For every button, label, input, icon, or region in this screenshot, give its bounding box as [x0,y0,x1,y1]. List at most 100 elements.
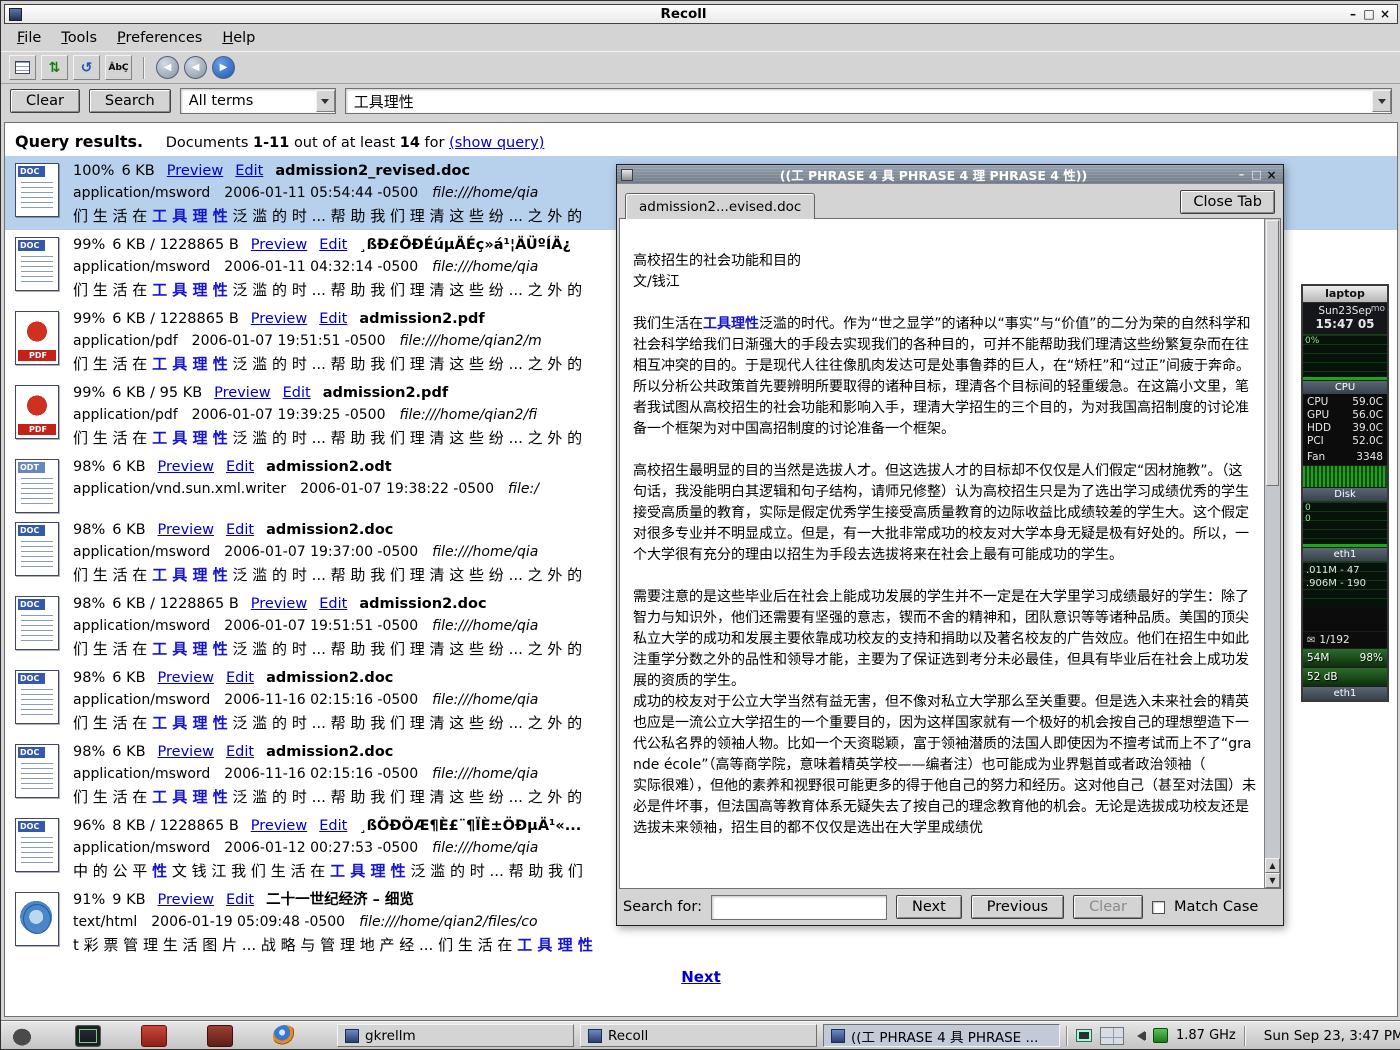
scrollbar[interactable]: ▲ ▼ [1264,219,1280,888]
snippet-text: 中 的 公 平 [73,862,152,880]
mime-type: application/msword [73,185,210,201]
edit-link[interactable]: Edit [319,596,347,612]
relevance-percent: 98% [73,459,105,475]
next-page-button[interactable]: ▶ [212,56,235,79]
preview-link[interactable]: Preview [214,385,270,401]
preview-link[interactable]: Preview [158,459,214,475]
preview-link[interactable]: Preview [167,163,223,179]
cpufreq-label: 1.87 GHz [1176,1028,1236,1043]
search-toolbar: Clear Search All terms [1,84,1400,118]
monitor-icon[interactable] [75,1025,101,1047]
chevron-down-icon[interactable] [1372,90,1391,112]
browser-icon[interactable] [273,1025,297,1047]
find-next-button[interactable]: Next [896,895,962,919]
task-button[interactable]: ((工 PHRASE 4 具 PHRASE ... [823,1024,1060,1047]
task-label: gkrellm [365,1028,416,1044]
memory-percent: 98% [1360,652,1383,664]
doc-history-button[interactable]: ↺ [73,55,100,80]
sensor-value: 52.0C [1352,435,1383,448]
search-button[interactable]: Search [89,89,171,113]
network-monitor-icon[interactable] [1076,1029,1092,1042]
preview-link[interactable]: Preview [158,522,214,538]
edit-link[interactable]: Edit [319,237,347,253]
disk-section-label[interactable]: Disk [1303,487,1387,501]
file-size: 6 KB / 95 KB [112,385,202,401]
task-button[interactable]: gkrellm [337,1024,574,1047]
edit-link[interactable]: Edit [226,744,254,760]
window-titlebar[interactable]: Recoll – □ × [4,4,1398,24]
sound-meter[interactable]: 52 dB [1303,667,1387,686]
mail-monitor[interactable]: ✉ 1/192 [1303,631,1387,648]
net-section-label[interactable]: eth1 [1303,547,1387,561]
previous-page-button[interactable]: ◀ [184,56,207,79]
volume-icon[interactable] [1132,1031,1145,1041]
taskbar-clock[interactable]: Sun Sep 23, 3:47 PM [1254,1028,1400,1044]
preview-titlebar[interactable]: ((工 PHRASE 4 具 PHRASE 4 理 PHRASE 4 性)) –… [617,165,1283,184]
toolbar: ⇅ ↺ ÂbÇ ◀ ◀ ▶ [1,51,1400,84]
maximize-icon[interactable]: □ [1361,7,1377,21]
term-explorer-button[interactable]: ÂbÇ [105,55,132,80]
preview-link[interactable]: Preview [251,596,307,612]
edit-link[interactable]: Edit [226,459,254,475]
clear-button[interactable]: Clear [10,89,80,113]
footprint-icon[interactable] [9,1025,35,1047]
edit-link[interactable]: Edit [319,818,347,834]
search-input[interactable] [346,92,1372,110]
task-button[interactable]: Recoll [580,1024,817,1047]
edit-link[interactable]: Edit [226,670,254,686]
cpu-section-label[interactable]: CPU [1303,380,1387,394]
menu-item[interactable]: File [7,27,51,49]
query-details-button[interactable] [9,55,36,80]
close-icon[interactable]: × [1264,168,1279,182]
scroll-down-icon[interactable]: ▼ [1265,873,1280,888]
edit-link[interactable]: Edit [319,311,347,327]
minimize-icon[interactable]: – [1234,168,1249,181]
result-title: admission2.doc [359,596,486,612]
edit-link[interactable]: Edit [283,385,311,401]
preview-link[interactable]: Preview [251,237,307,253]
snippet-text: 们 生 活 在 [73,640,152,658]
first-page-button[interactable]: ◀ [156,56,179,79]
mime-type: application/msword [73,544,210,560]
timer-button[interactable]: eth1 [1303,686,1387,700]
preview-document-text[interactable]: 高校招生的社会功能和目的 文/钱江 我们生活在工具理性泛滥的时代。作为“世之显学… [620,219,1264,888]
find-input[interactable] [711,895,887,920]
preview-link[interactable]: Preview [158,670,214,686]
find-previous-button[interactable]: Previous [971,895,1064,919]
search-mode-select[interactable]: All terms [180,88,336,114]
close-tab-button[interactable]: Close Tab [1180,190,1275,214]
preview-link[interactable]: Preview [251,311,307,327]
match-case-checkbox[interactable] [1152,901,1165,914]
cpufreq-icon[interactable] [1153,1028,1168,1043]
next-results-link[interactable]: Next [681,968,721,986]
close-icon[interactable]: × [1377,7,1393,21]
edit-link[interactable]: Edit [226,522,254,538]
preview-link[interactable]: Preview [251,818,307,834]
menu-item[interactable]: Preferences [107,27,212,49]
chevron-down-icon[interactable] [316,90,335,112]
scroll-up-icon[interactable]: ▲ [1265,858,1280,873]
maximize-icon[interactable]: □ [1249,168,1264,181]
red-app-icon[interactable] [141,1025,167,1047]
memory-meter[interactable]: 54M 98% [1303,648,1387,667]
sort-button[interactable]: ⇅ [41,55,68,80]
toolbox-icon[interactable] [207,1025,233,1047]
minimize-icon[interactable]: – [1345,7,1361,21]
preview-link[interactable]: Preview [158,744,214,760]
file-date: 2006-01-12 00:27:53 -0500 [224,840,418,856]
show-query-link[interactable]: (show query) [449,135,544,151]
file-type-icon [15,385,59,439]
preview-window-title: ((工 PHRASE 4 具 PHRASE 4 理 PHRASE 4 性)) [633,165,1234,184]
scrollbar-thumb[interactable] [1266,220,1279,486]
preview-tab[interactable]: admission2...evised.doc [625,193,815,219]
edit-link[interactable]: Edit [226,892,254,908]
snippet-text: 们 生 活 在 [73,429,152,447]
menu-item[interactable]: Tools [51,27,107,49]
edit-link[interactable]: Edit [235,163,263,179]
workspace-pager[interactable] [1100,1027,1124,1045]
menu-item[interactable]: Help [212,27,265,49]
result-title: admission2.pdf [323,385,448,401]
find-clear-button[interactable]: Clear [1073,895,1143,919]
preview-link[interactable]: Preview [158,892,214,908]
relevance-percent: 99% [73,237,105,253]
